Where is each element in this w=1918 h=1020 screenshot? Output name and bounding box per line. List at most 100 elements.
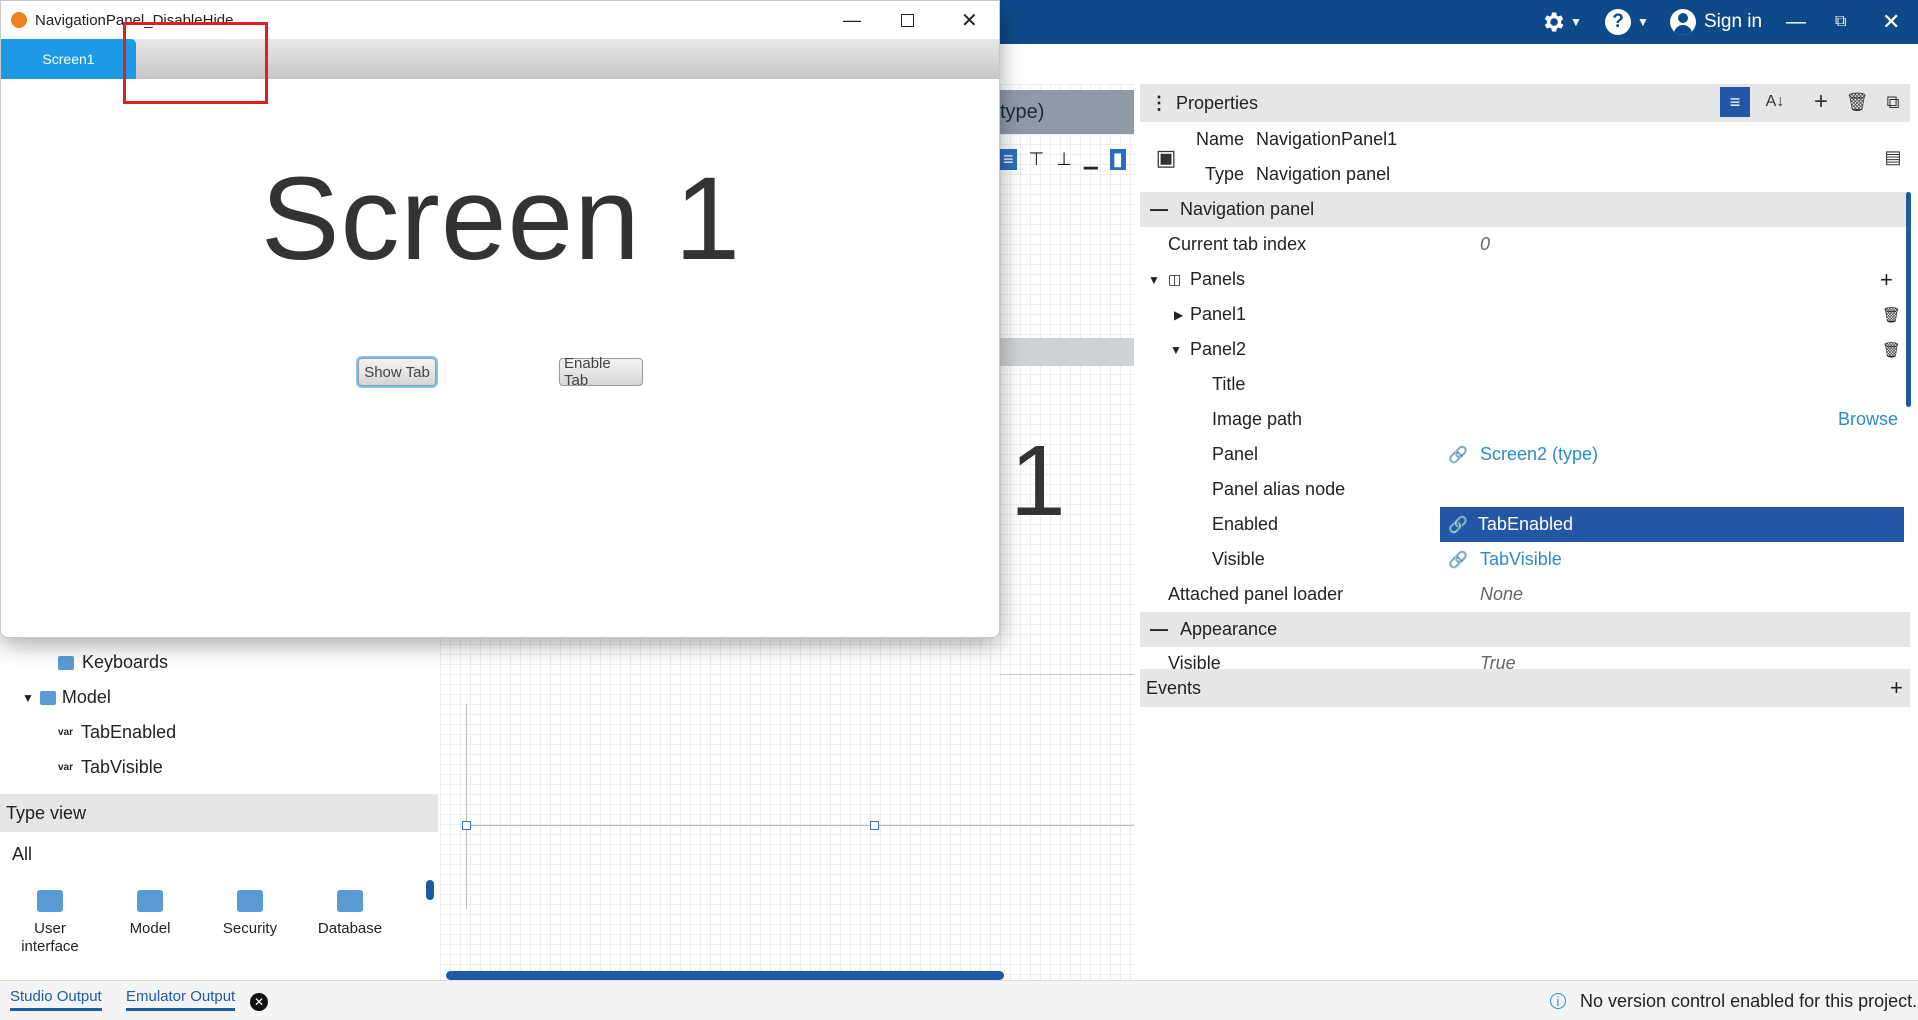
panel-label: Panel	[1212, 444, 1259, 464]
title-label: Title	[1212, 374, 1246, 394]
security-icon	[237, 890, 263, 912]
events-row[interactable]: Events +	[1140, 669, 1910, 707]
help-icon: ?	[1605, 9, 1631, 35]
category-label: Model	[129, 920, 171, 937]
align-middle-icon[interactable]: ⊥	[1056, 149, 1072, 170]
category-security[interactable]: Security	[200, 890, 300, 937]
image-path-row: Image path Browse	[1140, 402, 1910, 437]
section-navigation-label: Navigation panel	[1180, 199, 1315, 219]
properties-scrollbar[interactable]	[1906, 192, 1911, 407]
close-emulator-output-icon[interactable]: ✕	[250, 993, 268, 1011]
section-appearance-label: Appearance	[1180, 619, 1278, 639]
selection-handle[interactable]	[462, 821, 471, 830]
minimize-icon: —	[1786, 10, 1806, 33]
visible-value[interactable]: TabVisible	[1480, 549, 1562, 570]
enabled-value-cell[interactable]: 🔗 TabEnabled	[1440, 507, 1904, 542]
align-left-icon[interactable]: ≡	[1000, 148, 1017, 170]
tree-item-keyboards[interactable]: Keyboards	[58, 652, 168, 673]
type-value: Navigation panel	[1256, 164, 1391, 184]
enable-tab-button[interactable]: Enable Tab	[559, 355, 643, 389]
link-icon: 🔗	[1448, 446, 1468, 464]
maximize-window-icon[interactable]	[901, 13, 914, 27]
studio-output-tab[interactable]: Studio Output	[10, 988, 102, 1011]
tree-item-tabvisible[interactable]: var TabVisible	[58, 757, 163, 778]
chevron-down-icon: ▼	[1570, 15, 1582, 29]
category-database[interactable]: Database	[300, 890, 400, 937]
panels-label: Panels	[1190, 269, 1246, 289]
minimize-app-button[interactable]: —	[1786, 0, 1806, 44]
attached-loader-row: Attached panel loader None	[1140, 577, 1910, 612]
panel-value[interactable]: Screen2 (type)	[1480, 444, 1598, 465]
canvas-guide-line	[1000, 674, 1134, 675]
restore-app-button[interactable]: ⧉	[1835, 0, 1846, 44]
sign-in-button[interactable]: Sign in	[1670, 0, 1762, 44]
panel-alias-row: Panel alias node	[1140, 472, 1910, 507]
sort-az-icon[interactable]: A↓	[1760, 87, 1790, 117]
trash-icon[interactable]: 🗑	[1842, 87, 1872, 117]
emulator-output-tab[interactable]: Emulator Output	[126, 988, 236, 1011]
show-tab-button[interactable]: Show Tab	[358, 358, 436, 386]
canvas-horizontal-scrollbar[interactable]	[446, 971, 1004, 980]
section-navigation-panel[interactable]: — Navigation panel	[1140, 192, 1910, 227]
variable-icon: var	[58, 762, 74, 773]
expand-panel1-icon[interactable]: ▶	[1174, 308, 1183, 322]
type-row: Type Navigation panel	[1140, 157, 1910, 192]
panels-row: ▼ ◫ Panels +	[1140, 262, 1910, 297]
help-button[interactable]: ? ▼	[1605, 0, 1649, 44]
link-icon: 🔗	[1448, 551, 1468, 569]
folder-icon	[58, 655, 74, 670]
tree-item-tabenabled[interactable]: var TabEnabled	[58, 722, 176, 743]
align-top-icon[interactable]: ⊤	[1029, 149, 1045, 170]
type-view-scrollbar[interactable]	[426, 880, 434, 900]
gear-icon	[1544, 12, 1564, 32]
tab-screen1[interactable]: Screen1	[1, 39, 136, 79]
type-view-header: Type view	[0, 794, 438, 832]
canvas-horizontal-guide	[466, 825, 1134, 826]
variable-icon: var	[58, 727, 74, 738]
category-model[interactable]: Model	[100, 890, 200, 937]
add-icon[interactable]: +	[1806, 87, 1836, 117]
settings-button[interactable]: ▼	[1540, 0, 1582, 44]
filter-icon[interactable]: ≡	[1720, 87, 1750, 117]
database-icon	[337, 890, 363, 912]
canvas-tab-strip	[1000, 338, 1134, 366]
close-app-button[interactable]: ✕	[1882, 0, 1900, 44]
type-filter-all[interactable]: All	[12, 844, 32, 865]
version-control-message: No version control enabled for this proj…	[1580, 991, 1918, 1011]
add-event-icon[interactable]: +	[1890, 675, 1903, 701]
name-label: Name	[1196, 129, 1245, 149]
tabvisible-label: TabVisible	[81, 757, 163, 777]
visible-label: Visible	[1212, 549, 1265, 569]
current-tab-label: Current tab index	[1168, 234, 1307, 254]
align-right-icon[interactable]: ▮	[1109, 148, 1126, 170]
close-window-icon[interactable]: ✕	[961, 8, 978, 33]
delete-panel1-icon[interactable]: 🗑	[1882, 306, 1901, 324]
expand-panels-icon[interactable]: ▼	[1148, 273, 1160, 287]
canvas-screen-number: 1	[1010, 425, 1066, 537]
model-icon	[137, 890, 163, 912]
panel2-row: ▼ Panel2 🗑	[1140, 332, 1910, 367]
expand-model-icon[interactable]: ▼	[22, 691, 34, 705]
minimize-window-icon[interactable]: —	[843, 10, 861, 31]
expand-panel2-icon[interactable]: ▼	[1170, 343, 1182, 357]
section-appearance[interactable]: — Appearance	[1140, 612, 1910, 647]
add-panel-icon[interactable]: +	[1880, 267, 1893, 293]
align-bottom-icon[interactable]: ▁	[1084, 149, 1098, 170]
attached-loader-value[interactable]: None	[1480, 584, 1523, 605]
emulator-window[interactable]: NavigationPanel_DisableHide — ✕ Screen1 …	[0, 0, 1000, 638]
selection-handle[interactable]	[870, 821, 879, 830]
canvas-vertical-guide	[466, 704, 467, 909]
tree-item-model[interactable]: ▼ Model	[22, 687, 111, 708]
appearance-visible-label: Visible	[1168, 653, 1221, 669]
delete-panel2-icon[interactable]: 🗑	[1882, 341, 1901, 359]
model-label: Model	[61, 687, 111, 707]
appearance-visible-value[interactable]: True	[1480, 653, 1516, 669]
name-row: Name NavigationPanel1	[1140, 122, 1910, 157]
drag-handle-icon[interactable]: ⋮	[1150, 93, 1168, 114]
edit-properties-icon[interactable]: ▤	[1878, 142, 1908, 172]
category-user-interface[interactable]: User interface	[0, 890, 100, 956]
copy-icon[interactable]: ⧉	[1878, 87, 1908, 117]
browse-link[interactable]: Browse	[1838, 409, 1898, 430]
current-tab-value[interactable]: 0	[1480, 234, 1490, 255]
name-value[interactable]: NavigationPanel1	[1256, 129, 1397, 150]
